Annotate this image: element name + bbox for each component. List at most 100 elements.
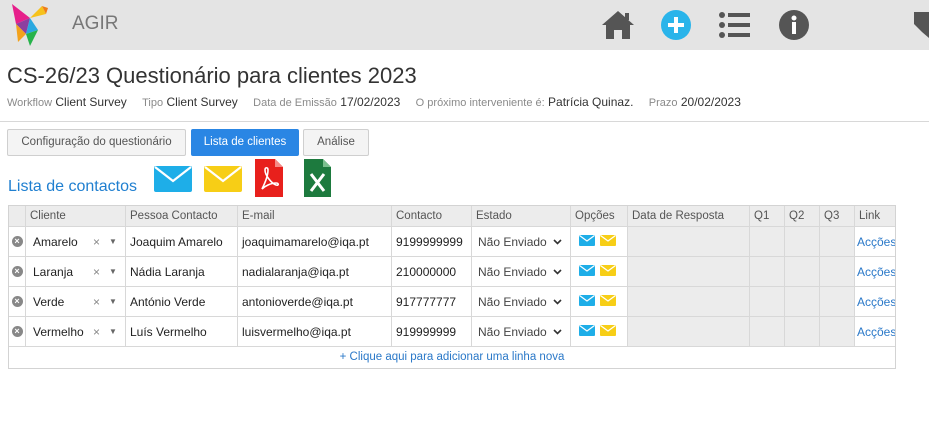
excel-icon[interactable] bbox=[304, 159, 331, 197]
opcoes-cell bbox=[571, 287, 628, 316]
contacto-cell[interactable]: 919999999 bbox=[392, 317, 472, 346]
accoes-link[interactable]: Acções bbox=[855, 287, 895, 316]
cliente-value: Vermelho bbox=[33, 324, 84, 339]
contacto-cell[interactable]: 917777777 bbox=[392, 287, 472, 316]
tab-lista-clientes[interactable]: Lista de clientes bbox=[191, 129, 299, 156]
remove-icon: × bbox=[11, 296, 23, 307]
q1-cell bbox=[750, 287, 785, 316]
cliente-select[interactable]: Vermelho × ▼ bbox=[26, 317, 126, 346]
cliente-select[interactable]: Verde × ▼ bbox=[26, 287, 126, 316]
email-yellow-icon[interactable] bbox=[204, 166, 242, 192]
q1-cell bbox=[750, 317, 785, 346]
cliente-value: Amarelo bbox=[33, 234, 78, 249]
q2-cell bbox=[785, 227, 820, 256]
clear-icon[interactable]: × bbox=[93, 287, 100, 316]
tab-configuracao[interactable]: Configuração do questionário bbox=[7, 129, 186, 156]
tab-analise[interactable]: Análise bbox=[303, 129, 369, 156]
clear-icon[interactable]: × bbox=[93, 257, 100, 286]
header-cliente: Cliente bbox=[26, 206, 126, 226]
meta-prazo-value: 20/02/2023 bbox=[680, 95, 741, 109]
meta-proximo-interveniente-label: O próximo interveniente é: bbox=[415, 97, 545, 109]
header-contacto: Contacto bbox=[392, 206, 472, 226]
chevron-down-icon bbox=[553, 227, 562, 256]
opcoes-cell bbox=[571, 257, 628, 286]
accoes-link[interactable]: Acções bbox=[855, 227, 895, 256]
pessoa-contacto-cell[interactable]: Luís Vermelho bbox=[126, 317, 238, 346]
email-cell[interactable]: luisvermelho@iqa.pt bbox=[238, 317, 392, 346]
remove-icon: × bbox=[11, 266, 23, 277]
app-name: AGIR bbox=[72, 13, 119, 34]
email-blue-icon[interactable] bbox=[579, 234, 595, 249]
email-cell[interactable]: nadialaranja@iqa.pt bbox=[238, 257, 392, 286]
contacto-cell[interactable]: 210000000 bbox=[392, 257, 472, 286]
meta-tipo-label: Tipo bbox=[142, 97, 164, 109]
add-circle-icon[interactable] bbox=[658, 8, 694, 42]
accoes-link[interactable]: Acções bbox=[855, 317, 895, 346]
data-resposta-cell bbox=[628, 227, 750, 256]
estado-value: Não Enviado bbox=[478, 294, 547, 309]
cliente-value: Laranja bbox=[33, 264, 74, 279]
table-row: × Laranja × ▼ Nádia Laranja nadialaranja… bbox=[9, 257, 895, 287]
estado-select[interactable]: Não Enviado bbox=[472, 227, 571, 256]
meta-workflow-value: Client Survey bbox=[55, 95, 127, 109]
chevron-down-icon[interactable]: ▼ bbox=[109, 257, 117, 286]
email-blue-icon[interactable] bbox=[579, 324, 595, 339]
estado-select[interactable]: Não Enviado bbox=[472, 287, 571, 316]
chevron-down-icon[interactable]: ▼ bbox=[109, 227, 117, 256]
q1-cell bbox=[750, 257, 785, 286]
email-blue-icon[interactable] bbox=[579, 294, 595, 309]
clear-icon[interactable]: × bbox=[93, 317, 100, 346]
pdf-icon[interactable] bbox=[255, 159, 283, 197]
q3-cell bbox=[820, 227, 855, 256]
estado-value: Não Enviado bbox=[478, 234, 547, 249]
email-yellow-icon[interactable] bbox=[600, 234, 616, 249]
app-logo[interactable] bbox=[12, 4, 48, 46]
remove-icon: × bbox=[11, 236, 23, 247]
remove-row-button[interactable]: × bbox=[9, 287, 26, 316]
top-bar: AGIR bbox=[0, 0, 929, 50]
tag-icon[interactable] bbox=[912, 8, 929, 42]
q1-cell bbox=[750, 227, 785, 256]
table-row: × Amarelo × ▼ Joaquim Amarelo joaquimama… bbox=[9, 227, 895, 257]
email-yellow-icon[interactable] bbox=[600, 294, 616, 309]
cliente-value: Verde bbox=[33, 294, 65, 309]
clear-icon[interactable]: × bbox=[93, 227, 100, 256]
cliente-select[interactable]: Amarelo × ▼ bbox=[26, 227, 126, 256]
email-yellow-icon[interactable] bbox=[600, 324, 616, 339]
contacto-cell[interactable]: 9199999999 bbox=[392, 227, 472, 256]
q3-cell bbox=[820, 317, 855, 346]
pessoa-contacto-cell[interactable]: Joaquim Amarelo bbox=[126, 227, 238, 256]
cliente-select[interactable]: Laranja × ▼ bbox=[26, 257, 126, 286]
accoes-link-label[interactable]: Acções bbox=[857, 235, 895, 249]
pessoa-contacto-cell[interactable]: António Verde bbox=[126, 287, 238, 316]
page-title: CS-26/23 Questionário para clientes 2023 bbox=[7, 63, 417, 88]
email-cell[interactable]: joaquimamarelo@iqa.pt bbox=[238, 227, 392, 256]
remove-row-button[interactable]: × bbox=[9, 317, 26, 346]
estado-select[interactable]: Não Enviado bbox=[472, 257, 571, 286]
info-icon[interactable] bbox=[776, 8, 812, 42]
email-blue-icon[interactable] bbox=[579, 264, 595, 279]
chevron-down-icon[interactable]: ▼ bbox=[109, 287, 117, 316]
remove-row-button[interactable]: × bbox=[9, 227, 26, 256]
accoes-link-label[interactable]: Acções bbox=[857, 325, 895, 339]
home-icon[interactable] bbox=[600, 8, 636, 42]
email-cell[interactable]: antonioverde@iqa.pt bbox=[238, 287, 392, 316]
meta-data-emissao-value: 17/02/2023 bbox=[340, 95, 401, 109]
header-q1: Q1 bbox=[750, 206, 785, 226]
q2-cell bbox=[785, 317, 820, 346]
email-blue-icon[interactable] bbox=[154, 166, 192, 192]
list-icon[interactable] bbox=[717, 8, 753, 42]
chevron-down-icon bbox=[553, 317, 562, 346]
pessoa-contacto-cell[interactable]: Nádia Laranja bbox=[126, 257, 238, 286]
remove-row-button[interactable]: × bbox=[9, 257, 26, 286]
accoes-link-label[interactable]: Acções bbox=[857, 265, 895, 279]
accoes-link[interactable]: Acções bbox=[855, 257, 895, 286]
chevron-down-icon[interactable]: ▼ bbox=[109, 317, 117, 346]
email-yellow-icon[interactable] bbox=[600, 264, 616, 279]
meta-data-emissao-label: Data de Emissão bbox=[253, 97, 337, 109]
accoes-link-label[interactable]: Acções bbox=[857, 295, 895, 309]
add-row-link[interactable]: + Clique aqui para adicionar uma linha n… bbox=[9, 347, 895, 368]
estado-select[interactable]: Não Enviado bbox=[472, 317, 571, 346]
header-q3: Q3 bbox=[820, 206, 855, 226]
meta-workflow-label: Workflow bbox=[7, 97, 53, 109]
